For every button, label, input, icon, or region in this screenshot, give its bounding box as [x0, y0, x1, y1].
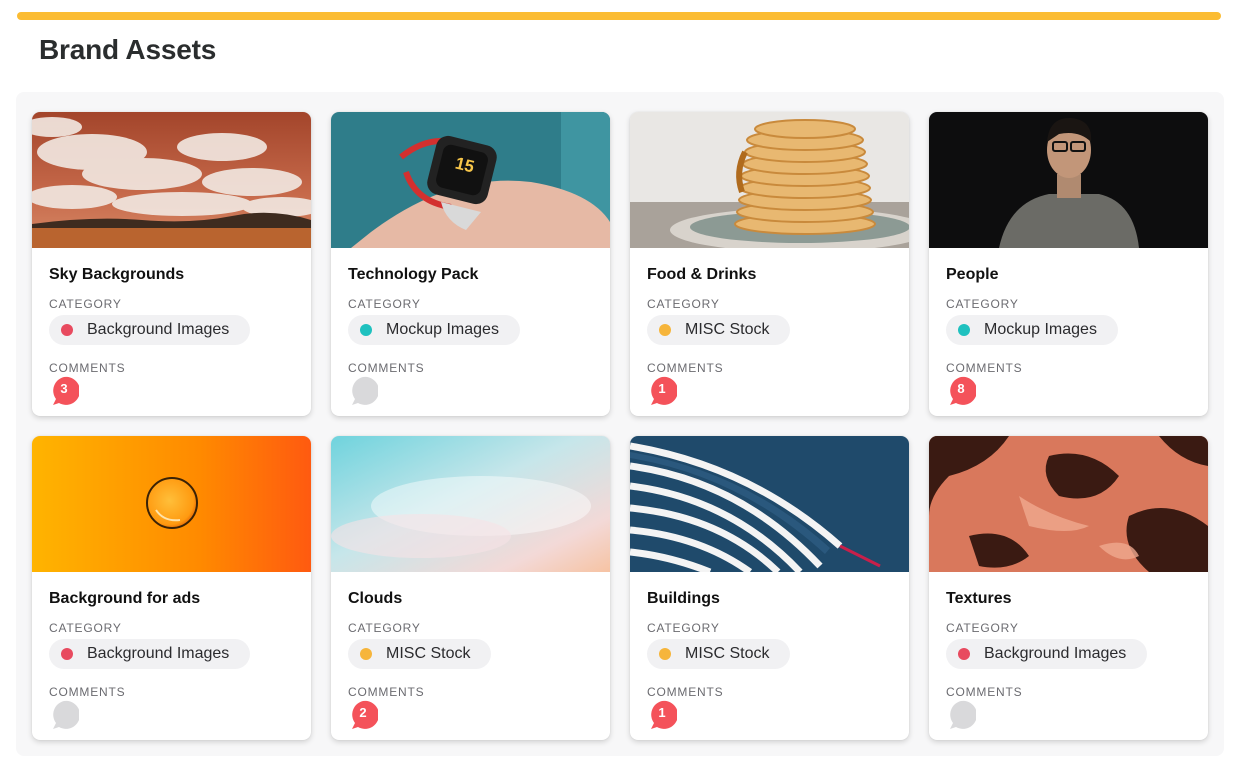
- thumbnail-image[interactable]: [630, 436, 909, 572]
- thumbnail-image[interactable]: [32, 436, 311, 572]
- category-chip[interactable]: Mockup Images: [946, 315, 1118, 345]
- comment-count: 1: [658, 381, 666, 396]
- asset-card[interactable]: People CATEGORY Mockup Images COMMENTS 8: [929, 112, 1208, 416]
- category-dot: [360, 648, 372, 660]
- card-title[interactable]: Food & Drinks: [647, 265, 893, 285]
- comments-label: COMMENTS: [647, 361, 724, 375]
- category-chip-label: Mockup Images: [984, 321, 1097, 338]
- category-dot: [360, 324, 372, 336]
- category-dot: [659, 648, 671, 660]
- comment-bubble-icon[interactable]: [49, 700, 79, 730]
- card-title[interactable]: Sky Backgrounds: [49, 265, 295, 285]
- category-chip-label: MISC Stock: [386, 645, 471, 662]
- comment-bubble-icon[interactable]: 8: [946, 376, 976, 406]
- comments-label: COMMENTS: [946, 361, 1023, 375]
- comment-count: 1: [658, 705, 666, 720]
- page-title: Brand Assets: [39, 34, 217, 65]
- comments-label: COMMENTS: [647, 685, 724, 699]
- asset-card[interactable]: Buildings CATEGORY MISC Stock COMMENTS 1: [630, 436, 909, 740]
- thumbnail-image[interactable]: 15: [331, 112, 610, 248]
- asset-card[interactable]: Background for ads CATEGORY Background I…: [32, 436, 311, 740]
- category-chip[interactable]: MISC Stock: [348, 639, 492, 669]
- category-label: CATEGORY: [946, 621, 1019, 635]
- comments-label: COMMENTS: [348, 685, 425, 699]
- category-label: CATEGORY: [49, 621, 122, 635]
- thumbnail-image[interactable]: [331, 436, 610, 572]
- category-dot: [61, 324, 73, 336]
- category-chip[interactable]: Background Images: [49, 315, 251, 345]
- comments-label: COMMENTS: [946, 685, 1023, 699]
- category-label: CATEGORY: [647, 297, 720, 311]
- card-title[interactable]: People: [946, 265, 1192, 285]
- comment-count: 3: [60, 381, 68, 396]
- comment-bubble-icon[interactable]: 2: [348, 700, 378, 730]
- comment-bubble-icon[interactable]: 1: [647, 376, 677, 406]
- category-dot: [958, 324, 970, 336]
- asset-grid-panel: Sky Backgrounds CATEGORY Background Imag…: [16, 92, 1224, 756]
- comment-count: 8: [957, 381, 965, 396]
- accent-bar: [17, 12, 1221, 20]
- comment-bubble-icon[interactable]: 1: [647, 700, 677, 730]
- category-chip[interactable]: MISC Stock: [647, 639, 791, 669]
- comment-bubble-icon[interactable]: 3: [49, 376, 79, 406]
- thumbnail-image[interactable]: [630, 112, 909, 248]
- asset-card[interactable]: Clouds CATEGORY MISC Stock COMMENTS 2: [331, 436, 610, 740]
- thumbnail-image[interactable]: [929, 112, 1208, 248]
- card-title[interactable]: Clouds: [348, 589, 594, 609]
- category-chip[interactable]: MISC Stock: [647, 315, 791, 345]
- category-chip[interactable]: Background Images: [946, 639, 1148, 669]
- asset-card[interactable]: Textures CATEGORY Background Images COMM…: [929, 436, 1208, 740]
- category-label: CATEGORY: [49, 297, 122, 311]
- card-title[interactable]: Background for ads: [49, 589, 295, 609]
- asset-card[interactable]: 15 Technology Pack CATEGORY Mockup Image…: [331, 112, 610, 416]
- category-chip-label: MISC Stock: [685, 645, 770, 662]
- comment-bubble-icon[interactable]: [348, 376, 378, 406]
- comments-label: COMMENTS: [49, 685, 126, 699]
- category-chip-label: MISC Stock: [685, 321, 770, 338]
- thumbnail-image[interactable]: [32, 112, 311, 248]
- category-chip-label: Background Images: [984, 645, 1127, 662]
- comments-label: COMMENTS: [49, 361, 126, 375]
- category-label: CATEGORY: [647, 621, 720, 635]
- card-title[interactable]: Buildings: [647, 589, 893, 609]
- category-dot: [659, 324, 671, 336]
- category-dot: [958, 648, 970, 660]
- category-chip[interactable]: Background Images: [49, 639, 251, 669]
- category-label: CATEGORY: [946, 297, 1019, 311]
- asset-card[interactable]: Sky Backgrounds CATEGORY Background Imag…: [32, 112, 311, 416]
- comments-label: COMMENTS: [348, 361, 425, 375]
- asset-card[interactable]: Food & Drinks CATEGORY MISC Stock COMMEN…: [630, 112, 909, 416]
- category-chip-label: Background Images: [87, 321, 230, 338]
- category-dot: [61, 648, 73, 660]
- comment-bubble-icon[interactable]: [946, 700, 976, 730]
- category-chip-label: Mockup Images: [386, 321, 499, 338]
- category-chip[interactable]: Mockup Images: [348, 315, 520, 345]
- card-title[interactable]: Textures: [946, 589, 1192, 609]
- category-chip-label: Background Images: [87, 645, 230, 662]
- card-title[interactable]: Technology Pack: [348, 265, 594, 285]
- thumbnail-image[interactable]: [929, 436, 1208, 572]
- category-label: CATEGORY: [348, 621, 421, 635]
- asset-grid: Sky Backgrounds CATEGORY Background Imag…: [32, 112, 1208, 740]
- category-label: CATEGORY: [348, 297, 421, 311]
- comment-count: 2: [359, 705, 367, 720]
